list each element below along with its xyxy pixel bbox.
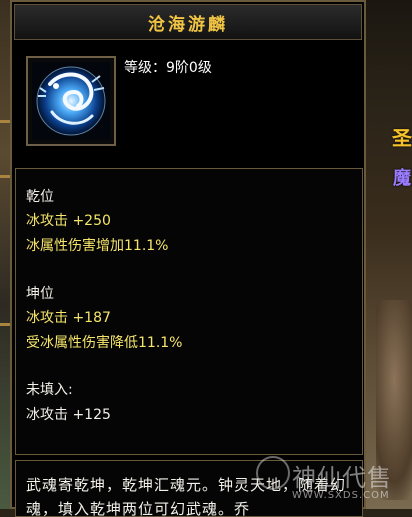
background-side-text-purple: 魔	[393, 168, 411, 189]
item-name: 沧海游麟	[148, 14, 228, 35]
tooltip-title-bar: 沧海游麟	[14, 4, 362, 40]
item-tooltip: 沧海游麟 等级：9阶0级 乾位 冰攻击 +250 冰属性伤害增加11.1% 坤位…	[10, 0, 366, 517]
ice-dragon-orb-icon	[32, 62, 110, 140]
item-description: 武魂寄乾坤，乾坤汇魂元。钟灵天地，随着幻魂，填入乾坤两位可幻武魂。乔	[26, 476, 347, 517]
stats-section: 乾位 冰攻击 +250 冰属性伤害增加11.1% 坤位 冰攻击 +187 受冰属…	[15, 168, 363, 455]
slot-qian-stat-2: 冰属性伤害增加11.1%	[26, 238, 169, 254]
description-section: 武魂寄乾坤，乾坤汇魂元。钟灵天地，随着幻魂，填入乾坤两位可幻武魂。乔	[15, 460, 363, 517]
slot-title-kun: 坤位	[26, 286, 54, 302]
item-icon-frame[interactable]	[26, 56, 116, 146]
item-level: 等级：9阶0级	[124, 60, 212, 76]
slot-empty-stat-1: 冰攻击 +125	[26, 407, 111, 423]
slot-qian-stat-1: 冰攻击 +250	[26, 213, 111, 229]
slot-kun-stat-2: 受冰属性伤害降低11.1%	[26, 335, 183, 351]
background-right-scene	[366, 0, 412, 509]
slot-kun-stat-1: 冰攻击 +187	[26, 310, 111, 326]
background-side-text-gold: 圣	[392, 126, 412, 150]
slot-title-empty: 未填入:	[26, 382, 73, 398]
slot-title-qian: 乾位	[26, 189, 54, 205]
